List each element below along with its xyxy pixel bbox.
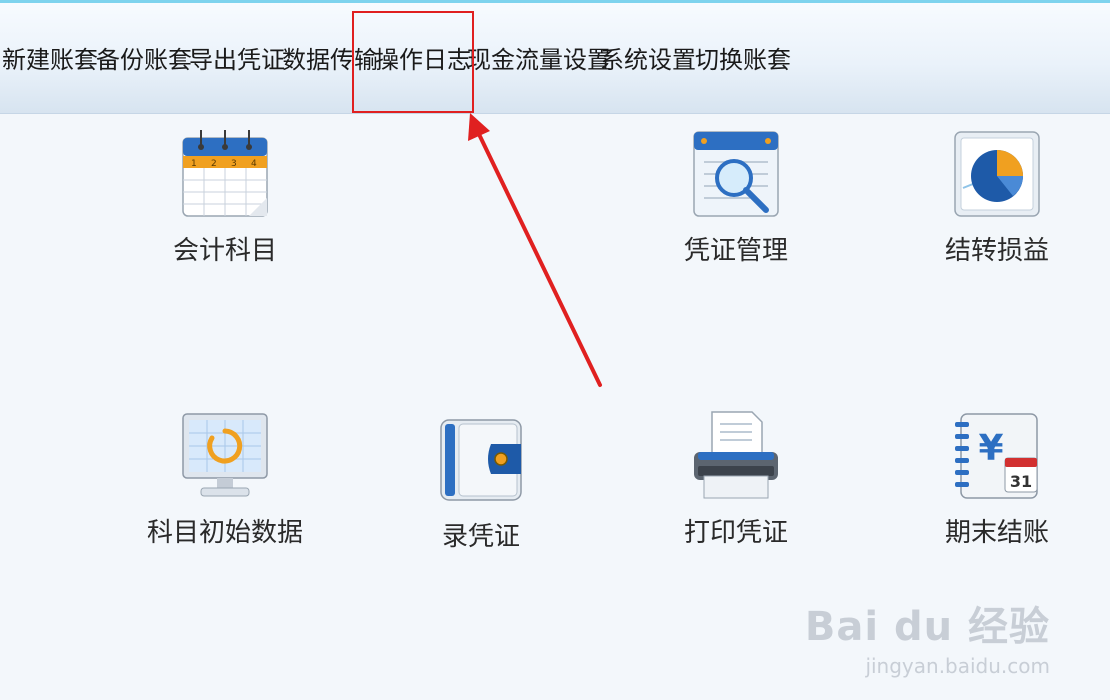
printer-icon [690, 410, 782, 502]
notebook-calendar-icon: ¥ 31 [951, 410, 1043, 502]
pie-chart-icon [951, 128, 1043, 220]
menu-switch-account-set[interactable]: 切换账套 [695, 45, 791, 75]
calendar-day-2: 2 [211, 159, 217, 169]
tile-accounting-subjects[interactable]: 1 2 3 4 会计科目 [135, 128, 315, 267]
wallet-icon [435, 414, 527, 506]
calendar-icon: 1 2 3 4 [179, 128, 271, 220]
monitor-icon [179, 410, 271, 502]
calendar-day-31: 31 [1010, 472, 1032, 491]
tile-label-accounting-subjects: 会计科目 [172, 236, 277, 266]
menu-new-account-set[interactable]: 新建账套 [2, 45, 98, 75]
menu-cash-flow-settings[interactable]: 现金流量设置 [467, 45, 611, 75]
menu-backup-account-set[interactable]: 备份账套 [96, 45, 192, 75]
calendar-day-4: 4 [251, 159, 257, 169]
tile-label-enter-voucher: 录凭证 [441, 522, 520, 552]
tile-label-initial-subject-data: 科目初始数据 [146, 518, 303, 548]
tile-period-end-closing[interactable]: ¥ 31 期末结账 [907, 410, 1087, 549]
tile-initial-subject-data[interactable]: 科目初始数据 [135, 410, 315, 549]
menu-system-settings[interactable]: 系统设置 [600, 45, 696, 75]
baidu-watermark: Bai du 经验 jingyan.baidu.com [805, 594, 1050, 678]
tile-print-voucher[interactable]: 打印凭证 [646, 410, 826, 549]
menu-export-voucher[interactable]: 导出凭证 [189, 45, 285, 75]
calendar-day-1: 1 [191, 159, 197, 169]
yen-symbol: ¥ [978, 428, 1003, 469]
voucher-search-icon [690, 128, 782, 220]
watermark-url: jingyan.baidu.com [865, 654, 1050, 678]
tile-carry-forward-pl[interactable]: 结转损益 [907, 128, 1087, 267]
calendar-day-3: 3 [231, 159, 237, 169]
watermark-brand: Bai du 经验 [804, 604, 1050, 650]
tile-label-voucher-management: 凭证管理 [683, 236, 788, 266]
tile-enter-voucher[interactable]: 录凭证 [391, 414, 571, 553]
tile-label-print-voucher: 打印凭证 [683, 518, 788, 548]
tile-label-carry-forward-pl: 结转损益 [944, 236, 1049, 266]
tile-voucher-management[interactable]: 凭证管理 [646, 128, 826, 267]
annotation-highlight-box [352, 11, 474, 113]
top-menu-bar: 新建账套 备份账套 导出凭证 数据传输 操作日志 现金流量设置 系统设置 切换账… [0, 3, 1110, 114]
tile-label-period-end-closing: 期末结账 [944, 518, 1049, 548]
